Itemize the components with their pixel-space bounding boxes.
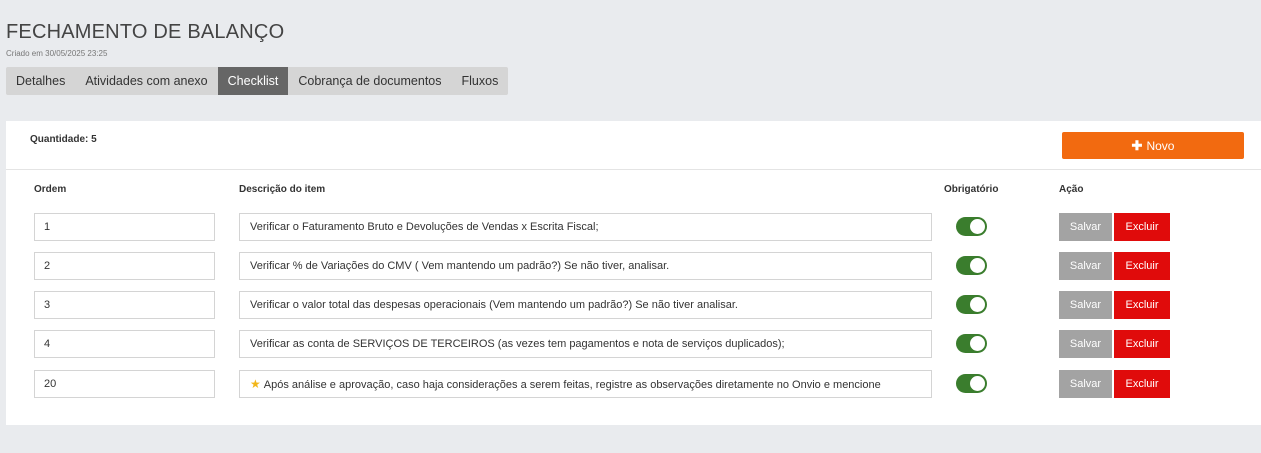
checklist-row: 4 Verificar as conta de SERVIÇOS DE TERC… (6, 330, 1261, 358)
ordem-input[interactable]: 1 (34, 213, 215, 241)
description-input[interactable]: Verificar % de Variações do CMV ( Vem ma… (239, 252, 932, 280)
page-title: FECHAMENTO DE BALANÇO (6, 21, 285, 43)
toggle-knob (970, 336, 985, 351)
tab-detalhes[interactable]: Detalhes (6, 67, 75, 95)
required-toggle[interactable] (956, 217, 987, 236)
ordem-input[interactable]: 2 (34, 252, 215, 280)
required-toggle[interactable] (956, 295, 987, 314)
required-toggle[interactable] (956, 374, 987, 393)
checklist-row: 3 Verificar o valor total das despesas o… (6, 291, 1261, 319)
ordem-input[interactable]: 3 (34, 291, 215, 319)
tab-fluxos[interactable]: Fluxos (452, 67, 509, 95)
description-text: Verificar % de Variações do CMV ( Vem ma… (250, 260, 670, 272)
save-button[interactable]: Salvar (1059, 213, 1112, 241)
description-text: Verificar o Faturamento Bruto e Devoluçõ… (250, 221, 599, 233)
tab-bar: Detalhes Atividades com anexo Checklist … (6, 67, 509, 95)
toggle-knob (970, 258, 985, 273)
delete-button[interactable]: Excluir (1114, 370, 1170, 398)
delete-button[interactable]: Excluir (1114, 330, 1170, 358)
delete-button[interactable]: Excluir (1114, 252, 1170, 280)
description-input[interactable]: ★ Após análise e aprovação, caso haja con… (239, 370, 932, 398)
star-icon: ★ (250, 377, 261, 391)
new-item-button[interactable]: ✚ Novo (1062, 132, 1244, 159)
save-button[interactable]: Salvar (1059, 330, 1112, 358)
description-input[interactable]: Verificar as conta de SERVIÇOS DE TERCEI… (239, 330, 932, 358)
toggle-knob (970, 219, 985, 234)
column-header-ordem: Ordem (34, 184, 67, 195)
tab-cobranca-de-documentos[interactable]: Cobrança de documentos (288, 67, 451, 95)
column-header-descricao: Descrição do item (239, 184, 326, 195)
description-input[interactable]: Verificar o Faturamento Bruto e Devoluçõ… (239, 213, 932, 241)
description-text: Após análise e aprovação, caso haja cons… (263, 379, 881, 391)
ordem-input[interactable]: 4 (34, 330, 215, 358)
checklist-row: 2 Verificar % de Variações do CMV ( Vem … (6, 252, 1261, 280)
toggle-knob (970, 297, 985, 312)
save-button[interactable]: Salvar (1059, 252, 1112, 280)
tab-checklist[interactable]: Checklist (217, 67, 289, 95)
quantity-label: Quantidade: 5 (30, 134, 97, 145)
required-toggle[interactable] (956, 334, 987, 353)
column-header-obrigatorio: Obrigatório (944, 184, 999, 195)
save-button[interactable]: Salvar (1059, 370, 1112, 398)
required-toggle[interactable] (956, 256, 987, 275)
delete-button[interactable]: Excluir (1114, 291, 1170, 319)
checklist-row: 1 Verificar o Faturamento Bruto e Devolu… (6, 213, 1261, 241)
checklist-panel: Quantidade: 5 ✚ Novo Ordem Descrição do … (6, 121, 1261, 425)
description-input[interactable]: Verificar o valor total das despesas ope… (239, 291, 932, 319)
description-text: Verificar as conta de SERVIÇOS DE TERCEI… (250, 338, 785, 350)
toggle-knob (970, 376, 985, 391)
tab-atividades-com-anexo[interactable]: Atividades com anexo (75, 67, 217, 95)
new-item-label: Novo (1146, 138, 1175, 153)
plus-icon: ✚ (1131, 137, 1143, 153)
checklist-row: 20 ★ Após análise e aprovação, caso haja … (6, 370, 1261, 398)
description-text: Verificar o valor total das despesas ope… (250, 299, 738, 311)
save-button[interactable]: Salvar (1059, 291, 1112, 319)
created-timestamp: Criado em 30/05/2025 23:25 (6, 49, 108, 58)
ordem-input[interactable]: 20 (34, 370, 215, 398)
delete-button[interactable]: Excluir (1114, 213, 1170, 241)
column-header-acao: Ação (1059, 184, 1084, 195)
divider (6, 169, 1261, 170)
